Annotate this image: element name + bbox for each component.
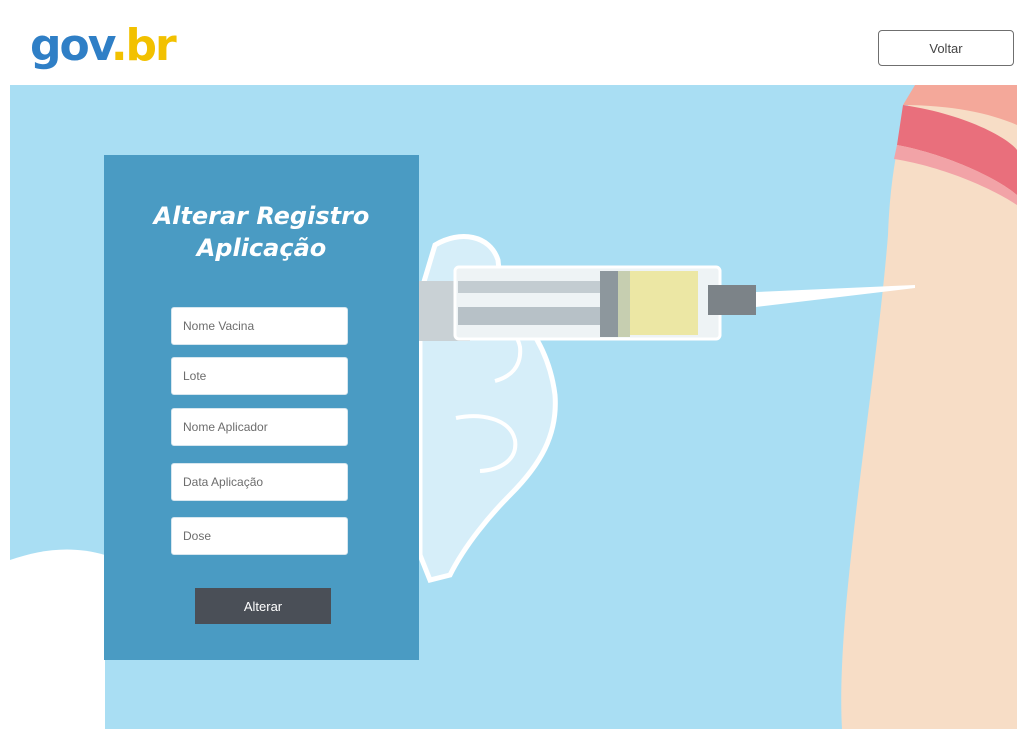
govbr-logo: gov.br (30, 20, 177, 78)
edit-application-form: Alterar Registro Aplicação Alterar (104, 155, 419, 660)
form-title-line-2: Aplicação (196, 234, 327, 262)
arm-illustration (841, 85, 1017, 729)
submit-alter-button[interactable]: Alterar (195, 588, 331, 624)
top-bar: gov.br Voltar (0, 0, 1017, 85)
applicator-name-input[interactable] (171, 408, 348, 446)
form-title-line-1: Alterar Registro (153, 202, 370, 230)
form-title: Alterar Registro Aplicação (104, 200, 419, 264)
application-date-input[interactable] (171, 463, 348, 501)
sleeve-illustration (10, 549, 105, 729)
batch-input[interactable] (171, 357, 348, 395)
syringe-illustration (415, 265, 915, 341)
dose-input[interactable] (171, 517, 348, 555)
vaccine-name-input[interactable] (171, 307, 348, 345)
back-button[interactable]: Voltar (878, 30, 1014, 66)
logo-text-gov: gov (30, 20, 113, 71)
logo-text-br: .br (110, 20, 177, 71)
